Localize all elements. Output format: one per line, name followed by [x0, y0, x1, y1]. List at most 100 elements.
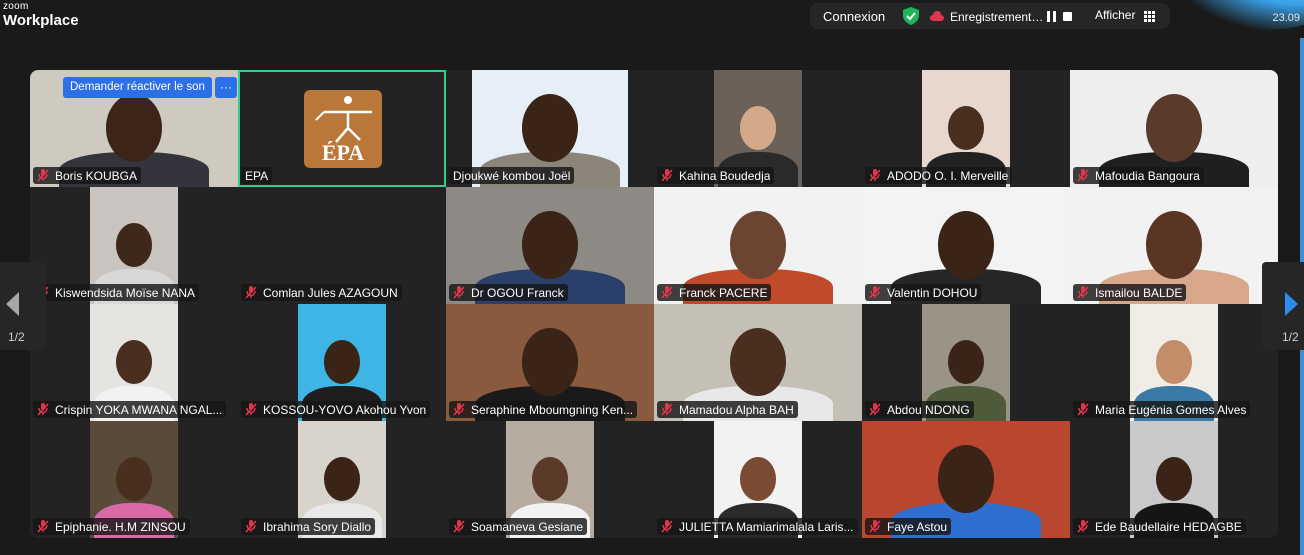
participant-name: Faye Astou: [887, 519, 948, 534]
participant-name: Seraphine Mboumgning Ken...: [471, 402, 634, 417]
participant-tile[interactable]: Soamaneva Gesiane: [446, 421, 654, 538]
participant-name: Dr OGOU Franck: [471, 285, 564, 300]
participant-tile[interactable]: Ibrahima Sory Diallo: [238, 421, 446, 538]
participant-tile[interactable]: Ismailou BALDE: [1070, 187, 1278, 304]
participant-tile[interactable]: Franck PACERE: [654, 187, 862, 304]
participant-head: [115, 222, 153, 268]
participant-name: Ibrahima Sory Diallo: [263, 519, 372, 534]
participant-name: ADODO O. I. Merveille: [887, 168, 1009, 183]
page-indicator-right: 1/2: [1282, 330, 1299, 344]
participant-head: [106, 94, 162, 162]
participant-name: Mamadou Alpha BAH: [679, 402, 794, 417]
top-bar: zoom Workplace Connexion Enregistrement……: [0, 0, 1304, 38]
mic-muted-icon: [1077, 520, 1089, 533]
participant-head: [323, 339, 361, 385]
participant-tile[interactable]: ADODO O. I. Merveille: [862, 70, 1070, 187]
mic-muted-icon: [1077, 403, 1089, 416]
ask-to-unmute-button[interactable]: Demander réactiver le son: [63, 77, 212, 98]
grid-view-icon[interactable]: [1144, 11, 1155, 22]
participant-tile[interactable]: KOSSOU-YOVO Akohou Yvon: [238, 304, 446, 421]
participant-tile[interactable]: Mafoudia Bangoura: [1070, 70, 1278, 187]
participant-tile[interactable]: Maria Eugénia Gomes Alves: [1070, 304, 1278, 421]
mic-muted-icon: [245, 403, 257, 416]
recording-label: Enregistrement…: [950, 10, 1044, 24]
chevron-left-icon: [6, 292, 19, 316]
chevron-right-icon: [1285, 292, 1298, 316]
participant-nameplate: Soamaneva Gesiane: [449, 518, 588, 535]
participant-name: Kiswendsida Moïse NANA: [55, 285, 196, 300]
participant-nameplate: Dr OGOU Franck: [449, 284, 568, 301]
participant-tile[interactable]: ÉPA EPA: [238, 70, 446, 187]
participant-head: [1155, 339, 1193, 385]
participant-tile[interactable]: Faye Astou: [862, 421, 1070, 538]
participant-tile[interactable]: Dr OGOU Franck: [446, 187, 654, 304]
participant-nameplate: Mamadou Alpha BAH: [657, 401, 798, 418]
participant-head: [730, 211, 786, 279]
zoom-workplace-logo: zoom Workplace: [3, 1, 79, 29]
participant-head: [115, 339, 153, 385]
participant-name: Ismailou BALDE: [1095, 285, 1183, 300]
participant-name: Franck PACERE: [679, 285, 768, 300]
participant-head: [730, 328, 786, 396]
participant-nameplate: ADODO O. I. Merveille: [865, 167, 1013, 184]
participant-nameplate: Mafoudia Bangoura: [1073, 167, 1204, 184]
page-indicator-left: 1/2: [8, 330, 25, 344]
participant-name: Valentin DOHOU: [887, 285, 978, 300]
mic-muted-icon: [453, 403, 465, 416]
participant-tile[interactable]: Seraphine Mboumgning Ken...: [446, 304, 654, 421]
participant-name: JULIETTA Mamiarimalala Laris...: [679, 519, 854, 534]
participant-tile[interactable]: Ede Baudellaire HEDAGBE: [1070, 421, 1278, 538]
more-options-button[interactable]: ···: [215, 77, 237, 98]
participant-nameplate: KOSSOU-YOVO Akohou Yvon: [241, 401, 431, 418]
more-options-label: ···: [220, 80, 232, 94]
participant-nameplate: Ede Baudellaire HEDAGBE: [1073, 518, 1246, 535]
participant-tile[interactable]: JULIETTA Mamiarimalala Laris...: [654, 421, 862, 538]
participant-name: Boris KOUBGA: [55, 168, 138, 183]
participant-nameplate: Maria Eugénia Gomes Alves: [1073, 401, 1251, 418]
previous-page-button[interactable]: 1/2: [0, 262, 46, 350]
participant-tile[interactable]: Comlan Jules AZAGOUN: [238, 187, 446, 304]
brand-small: zoom: [3, 1, 29, 12]
participant-name: Kahina Boudedja: [679, 168, 771, 183]
participant-nameplate: Franck PACERE: [657, 284, 772, 301]
participant-tile[interactable]: Djoukwé kombou Joël: [446, 70, 654, 187]
view-button[interactable]: Afficher: [1095, 8, 1135, 22]
participant-nameplate: Faye Astou: [865, 518, 952, 535]
participant-head: [938, 211, 994, 279]
participant-nameplate: Ismailou BALDE: [1073, 284, 1187, 301]
participant-tile[interactable]: Mamadou Alpha BAH: [654, 304, 862, 421]
participant-tile[interactable]: Epiphanie. H.M ZINSOU: [30, 421, 238, 538]
participant-nameplate: Kiswendsida Moïse NANA: [33, 284, 200, 301]
meeting-status-bar: Connexion Enregistrement… Afficher: [810, 3, 1170, 29]
mic-muted-icon: [37, 403, 49, 416]
participant-tile[interactable]: Valentin DOHOU: [862, 187, 1070, 304]
mic-muted-icon: [245, 286, 257, 299]
participant-nameplate: Boris KOUBGA: [33, 167, 142, 184]
mic-muted-icon: [661, 169, 673, 182]
participant-head: [522, 328, 578, 396]
participant-tile[interactable]: Crispin YOKA MWANA NGAL...: [30, 304, 238, 421]
mic-muted-icon: [869, 169, 881, 182]
shield-check-icon[interactable]: [903, 7, 919, 25]
gallery-view: Boris KOUBGA ÉPA EPA Djoukwé kombou Joël Kah…: [30, 70, 1278, 538]
participant-name: Djoukwé kombou Joël: [453, 168, 571, 183]
participant-tile[interactable]: Kiswendsida Moïse NANA: [30, 187, 238, 304]
participant-name: Comlan Jules AZAGOUN: [263, 285, 398, 300]
connexion-button[interactable]: Connexion: [823, 9, 885, 24]
pause-recording-icon[interactable]: [1047, 11, 1057, 22]
participant-nameplate: Ibrahima Sory Diallo: [241, 518, 376, 535]
participant-head: [1155, 456, 1193, 502]
participant-name: Abdou NDONG: [887, 402, 970, 417]
stop-recording-icon[interactable]: [1063, 12, 1072, 21]
participant-nameplate: JULIETTA Mamiarimalala Laris...: [657, 518, 858, 535]
participant-nameplate: Kahina Boudedja: [657, 167, 775, 184]
participant-tile[interactable]: Abdou NDONG: [862, 304, 1070, 421]
mic-muted-icon: [37, 520, 49, 533]
next-page-button[interactable]: 1/2: [1262, 262, 1304, 350]
participant-nameplate: Valentin DOHOU: [865, 284, 982, 301]
participant-nameplate: Abdou NDONG: [865, 401, 974, 418]
brand-big: Workplace: [3, 12, 79, 29]
participant-head: [739, 456, 777, 502]
participant-nameplate: EPA: [241, 167, 273, 184]
participant-tile[interactable]: Kahina Boudedja: [654, 70, 862, 187]
